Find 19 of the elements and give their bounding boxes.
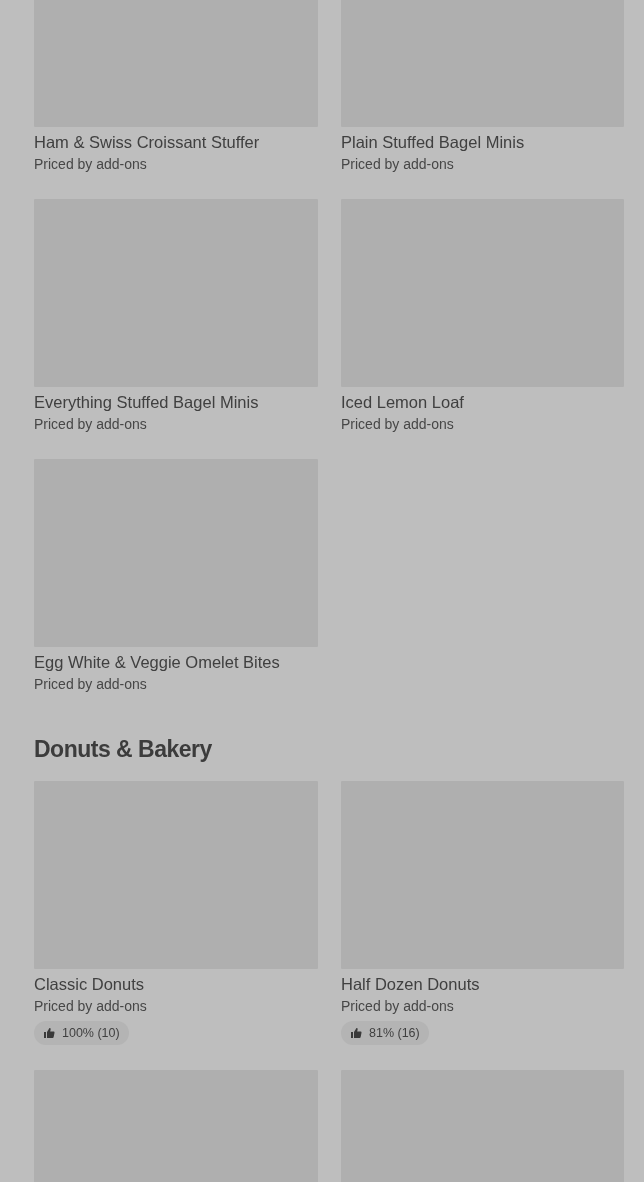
item-title[interactable]: Half Dozen Donuts (341, 973, 624, 995)
item-title[interactable]: Classic Donuts (34, 973, 318, 995)
rating-text: 100% (10) (62, 1026, 120, 1040)
item-title[interactable]: Iced Lemon Loaf (341, 391, 624, 413)
item-price: Priced by add-ons (34, 155, 148, 174)
item-price: Priced by add-ons (34, 997, 148, 1016)
thumbs-up-icon (350, 1027, 362, 1039)
rating-text: 81% (16) (369, 1026, 420, 1040)
item-price: Priced by add-ons (34, 675, 148, 694)
thumbs-up-icon (43, 1027, 55, 1039)
section-heading: Donuts & Bakery (34, 735, 213, 764)
item-price: Priced by add-ons (341, 415, 455, 434)
item-title[interactable]: Ham & Swiss Croissant Stuffer (34, 131, 318, 153)
item-title[interactable]: Egg White & Veggie Omelet Bites (34, 651, 318, 673)
item-price: Priced by add-ons (34, 415, 148, 434)
item-price: Priced by add-ons (341, 997, 455, 1016)
item-title[interactable]: Everything Stuffed Bagel Minis (34, 391, 318, 413)
item-title[interactable]: Plain Stuffed Bagel Minis (341, 131, 624, 153)
item-price: Priced by add-ons (341, 155, 455, 174)
